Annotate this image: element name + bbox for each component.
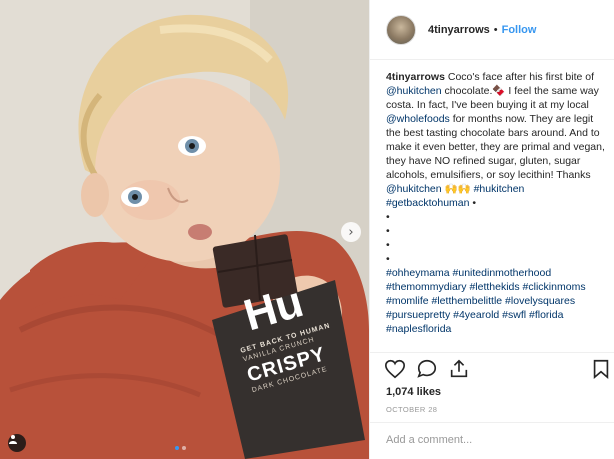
header-username[interactable]: 4tinyarrows: [428, 24, 490, 36]
person-tag-icon: [9, 435, 17, 444]
divider: [370, 352, 614, 353]
post-caption: 4tinyarrows Coco's face after his first …: [386, 70, 608, 352]
follow-button[interactable]: Follow: [502, 24, 537, 36]
caption-text-1: Coco's face after his first bite of: [447, 71, 595, 83]
post-date: OCTOBER 28: [386, 405, 438, 414]
next-photo-button[interactable]: ›: [341, 222, 361, 242]
chevron-right-icon: ›: [348, 224, 354, 240]
caption-bullet: •: [386, 253, 390, 265]
post-details-panel: 4tinyarrows • Follow 4tinyarrows Coco's …: [369, 0, 614, 459]
caption-bullet: •: [386, 239, 390, 251]
mention-wholefoods[interactable]: @wholefoods: [386, 113, 450, 125]
mention-hukitchen-2[interactable]: @hukitchen: [386, 183, 442, 195]
hashtag-hukitchen[interactable]: #hukitchen: [474, 183, 525, 195]
person-tag-button[interactable]: [8, 434, 26, 452]
carousel-dot: [182, 446, 186, 450]
comment-icon[interactable]: [416, 358, 438, 380]
like-count[interactable]: 1,074 likes: [386, 386, 441, 398]
header-separator: •: [493, 23, 498, 36]
caption-bullet: •: [386, 211, 390, 223]
bookmark-icon[interactable]: [590, 358, 612, 380]
post-actions: [384, 358, 612, 382]
heart-icon[interactable]: [384, 358, 406, 380]
comment-input[interactable]: Add a comment...: [386, 434, 472, 446]
mention-hukitchen[interactable]: @hukitchen: [386, 85, 442, 97]
post-header: 4tinyarrows • Follow: [370, 0, 614, 60]
avatar[interactable]: [386, 14, 416, 45]
post-photo[interactable]: Hu GET BACK TO HUMAN VANILLA CRUNCH CRIS…: [0, 0, 369, 459]
share-icon[interactable]: [448, 358, 470, 380]
carousel-dots: [175, 446, 186, 450]
hashtag-list[interactable]: #ohheymama #unitedinmotherhood #themommy…: [386, 266, 608, 336]
caption-text-4: 🙌🙌: [441, 183, 474, 195]
divider: [370, 422, 614, 423]
caption-username[interactable]: 4tinyarrows: [386, 71, 445, 83]
carousel-dot-active: [175, 446, 179, 450]
caption-bullet: •: [472, 197, 477, 209]
caption-bullet: •: [386, 225, 390, 237]
hashtag-getbacktohuman[interactable]: #getbacktohuman: [386, 197, 469, 209]
